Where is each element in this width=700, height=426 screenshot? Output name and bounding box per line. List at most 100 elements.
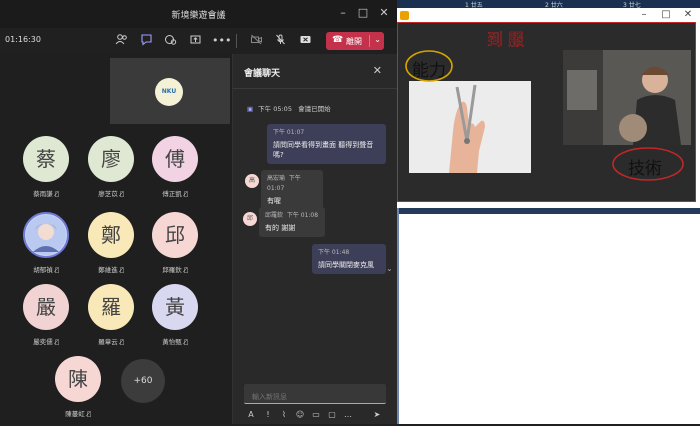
camera-off-icon[interactable] (249, 33, 264, 48)
participants-icon[interactable] (114, 33, 129, 48)
more-apps-icon[interactable]: … (343, 410, 353, 419)
chat-avatar: 邱 (243, 212, 257, 226)
leave-button[interactable]: ☎ 離開 ⌄ (326, 32, 384, 50)
mic-muted-icon: 🎙̸ (183, 266, 188, 274)
close-chat-icon[interactable]: ✕ (373, 64, 382, 77)
compose-box[interactable] (244, 384, 386, 407)
title-bar: 新境樂遊會議 – □ ✕ (0, 0, 397, 28)
avatar-photo (23, 212, 69, 258)
minimize-icon[interactable]: – (335, 6, 351, 19)
mic-off-icon[interactable] (273, 33, 288, 48)
meeting-chat-panel: 會議聊天 ✕ ▣ 下午 05:05 會議已開始 下午 01:07 請問同學看得到畫… (232, 54, 397, 424)
self-view[interactable]: NKU (110, 58, 230, 124)
reactions-icon[interactable] (163, 33, 178, 48)
meeting-toolbar: 01:16:30 ••• ☎ 離開 ⌄ (0, 28, 397, 54)
avatar: 傅 (152, 136, 198, 182)
chevron-down-icon[interactable]: ⌄ (369, 35, 381, 47)
participant-tile[interactable]: 廖 廖芝苡 🎙̸ (81, 136, 141, 206)
scroll-down-icon[interactable]: ⌄ (386, 264, 393, 273)
slide-viewer-window: – □ ✕ 能力 到 服 技術 (397, 8, 700, 208)
leave-label: 離開 (346, 37, 362, 46)
participant-name: 羅章云 🎙̸ (98, 338, 124, 346)
important-icon[interactable]: ! (263, 410, 273, 419)
sticker-icon[interactable]: ▢ (327, 410, 337, 419)
mic-muted-icon: 🎙̸ (86, 410, 91, 418)
minimize-icon[interactable]: – (637, 9, 651, 20)
chat-message[interactable]: 高宏瑜 下午 01:07 有喔 (261, 170, 323, 210)
top-strip: 1 廿五 2 廿六 3 廿七 (397, 0, 700, 9)
participant-name: 邱羅欽 🎙̸ (162, 266, 188, 274)
message-input[interactable] (244, 387, 386, 407)
shared-slide: 能力 到 服 技術 (397, 22, 696, 202)
participant-grid: NKU 蔡 蔡雨謙 🎙̸ 廖 廖芝苡 🎙̸ 傅 傅正凱 🎙̸ 胡郁禎 🎙̸ 鄭 … (0, 54, 232, 424)
meeting-window: 新境樂遊會議 – □ ✕ 01:16:30 ••• ☎ 離開 ⌄ NKU 蔡 蔡… (0, 0, 397, 424)
avatar: 廖 (88, 136, 134, 182)
participant-tile[interactable]: 邱 邱羅欽 🎙̸ (145, 212, 205, 282)
format-icon[interactable]: A (246, 410, 256, 419)
participant-name: 廖芝苡 🎙̸ (98, 190, 124, 198)
mic-muted-icon: 🎙̸ (119, 190, 124, 198)
chat-avatar: 高 (245, 174, 259, 188)
avatar: 蔡 (23, 136, 69, 182)
participant-name: 胡郁禎 🎙̸ (33, 266, 59, 274)
chat-icon[interactable] (139, 33, 154, 48)
participant-tile[interactable]: 胡郁禎 🎙̸ (16, 212, 76, 282)
avatar: 羅 (88, 284, 134, 330)
emoji-icon[interactable]: ☺ (295, 410, 305, 419)
participant-name: 蔡雨謙 🎙̸ (33, 190, 59, 198)
mic-muted-icon: 🎙̸ (183, 338, 188, 346)
maximize-icon[interactable]: □ (355, 6, 371, 19)
participant-tile[interactable]: 陳 陳蔓虹 🎙̸ (48, 356, 108, 426)
meeting-started-icon: ▣ (247, 105, 254, 113)
elapsed-time: 01:16:30 (5, 35, 41, 44)
chat-message[interactable]: 下午 01:48 請同學關閉麥克風 (312, 244, 386, 274)
app-icon (400, 11, 409, 20)
participant-name: 傅正凱 🎙̸ (162, 190, 188, 198)
participant-tile[interactable]: 嚴 嚴奕儒 🎙̸ (16, 284, 76, 354)
chat-message[interactable]: 邱羅欽 下午 01:08 有的 謝謝 (259, 207, 325, 237)
participant-name: 嚴奕儒 🎙̸ (33, 338, 59, 346)
participant-name: 陳蔓虹 🎙̸ (65, 410, 91, 418)
mic-muted-icon: 🎙̸ (54, 338, 59, 346)
desktop-background (397, 208, 700, 424)
participant-tile[interactable]: 羅 羅章云 🎙̸ (81, 284, 141, 354)
stop-sharing-icon[interactable] (298, 33, 313, 48)
avatar: 鄭 (88, 212, 134, 258)
maximize-icon[interactable]: □ (659, 9, 673, 20)
participant-name: 黃怡甄 🎙̸ (162, 338, 188, 346)
avatar: 邱 (152, 212, 198, 258)
chat-message[interactable]: 下午 01:07 請問同學看得到畫面 聽得到聲音嗎? (267, 124, 386, 164)
gif-icon[interactable]: ▭ (311, 410, 321, 419)
mic-muted-icon: 🎙̸ (183, 190, 188, 198)
slide-photo-barber (563, 50, 691, 145)
window-edge (397, 208, 399, 424)
close-icon[interactable]: ✕ (681, 9, 695, 20)
mic-muted-icon: 🎙̸ (54, 266, 59, 274)
participant-tile[interactable]: 傅 傅正凱 🎙̸ (145, 136, 205, 206)
system-message: ▣ 下午 05:05 會議已開始 (247, 105, 331, 113)
ink-annotation: 到 服 (487, 30, 525, 50)
participant-name: 鄭維進 🎙̸ (98, 266, 124, 274)
mic-muted-icon: 🎙̸ (119, 266, 124, 274)
mic-muted-icon: 🎙̸ (119, 338, 124, 346)
mic-muted-icon: 🎙̸ (54, 190, 59, 198)
divider (233, 88, 397, 89)
avatar: 黃 (152, 284, 198, 330)
chat-header: 會議聊天 (244, 69, 281, 79)
window-edge (397, 208, 700, 214)
close-icon[interactable]: ✕ (376, 6, 392, 19)
share-screen-icon[interactable] (188, 33, 203, 48)
slide-photo-hand-scissors (409, 81, 531, 173)
participant-tile[interactable]: 蔡 蔡雨謙 🎙̸ (16, 136, 76, 206)
phone-hangup-icon: ☎ (332, 35, 344, 45)
more-participants-button[interactable]: +60 (121, 359, 165, 403)
avatar: 陳 (55, 356, 101, 402)
more-options-icon[interactable]: ••• (212, 33, 231, 48)
school-logo: NKU (155, 78, 183, 106)
avatar: 嚴 (23, 284, 69, 330)
toolbar-divider (236, 34, 237, 48)
participant-tile[interactable]: 黃 黃怡甄 🎙̸ (145, 284, 205, 354)
participant-tile[interactable]: 鄭 鄭維進 🎙̸ (81, 212, 141, 282)
send-icon[interactable]: ➤ (372, 410, 382, 419)
attach-icon[interactable]: ⌇ (279, 410, 289, 419)
